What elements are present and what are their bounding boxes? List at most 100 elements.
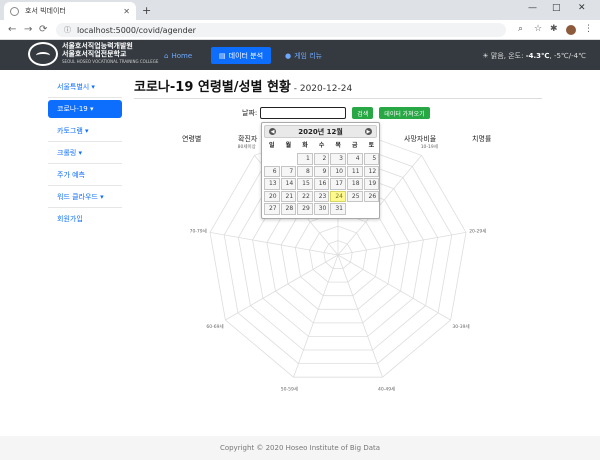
datepicker-day[interactable]: 22 — [297, 190, 313, 202]
datepicker-day[interactable]: 10 — [330, 165, 346, 177]
site-navbar: 서울호서직업능력개발원 서울호서직업전문학교 SEOUL HOSEO VOCAT… — [0, 40, 600, 70]
favicon-icon — [10, 6, 19, 16]
footer: Copyright © 2020 Hoseo Institute of Big … — [0, 436, 600, 460]
weekday-header: 토 — [368, 142, 375, 149]
profile-avatar[interactable] — [566, 25, 576, 35]
datepicker-day[interactable]: 2 — [313, 153, 330, 165]
datepicker-day[interactable]: 21 — [280, 190, 297, 202]
minimize-icon[interactable]: — — [528, 3, 537, 13]
sidebar-item-signup[interactable]: 회원가입 — [48, 208, 122, 230]
menu-icon[interactable]: ⋮ — [584, 24, 593, 34]
sidebar: 서울특별시 ▾ 코로나-19 ▾ 카토그램 ▾ 크롤링 ▾ 주가 예측 워드 클… — [48, 76, 122, 230]
divider — [134, 98, 542, 99]
site-info-icon[interactable]: ⓘ — [64, 25, 71, 35]
sidebar-item-word-cloud[interactable]: 워드 클라우드 ▾ — [48, 186, 122, 208]
datepicker: ◀ 2020년 12월 ▶ 일 월 화 수 목 금 토 1 2 3 4 5 6 7 8 9 10 11 12 13 14… — [261, 122, 380, 219]
datepicker-day[interactable]: 29 — [297, 203, 313, 215]
datepicker-day[interactable]: 28 — [280, 203, 297, 215]
datepicker-day[interactable]: 11 — [346, 165, 363, 177]
weekday-header: 목 — [335, 142, 341, 149]
radar-axis-label: 30-39세 — [452, 323, 469, 330]
datepicker-day[interactable]: 25 — [346, 190, 363, 202]
reload-icon[interactable]: ⟳ — [39, 24, 47, 35]
datepicker-day[interactable]: 16 — [313, 178, 330, 190]
radar-axis-label: 20-29세 — [469, 227, 486, 234]
logo-icon — [28, 42, 58, 66]
weekday-header: 일 — [269, 142, 275, 149]
datepicker-header: ◀ 2020년 12월 ▶ — [264, 125, 377, 138]
date-form: 날짜: 검색 데이터 가져오기 — [242, 107, 430, 119]
weekday-header: 화 — [302, 142, 308, 149]
datepicker-day[interactable]: 20 — [264, 190, 280, 202]
star-icon[interactable]: ☆ — [534, 24, 542, 34]
datepicker-day[interactable]: 5 — [363, 153, 380, 165]
datepicker-day[interactable]: 13 — [264, 178, 280, 190]
nav-home[interactable]: ⌂ Home — [164, 48, 192, 64]
weather-icon: ☀ — [482, 52, 489, 60]
empty-cell — [281, 153, 297, 165]
browser-tab[interactable]: 호서 빅데이터 ✕ — [4, 2, 136, 20]
datepicker-day[interactable]: 17 — [330, 178, 346, 190]
empty-cell — [264, 153, 280, 165]
datepicker-day[interactable]: 23 — [313, 190, 330, 202]
url-field[interactable]: ⓘ localhost:5000/covid/agender — [56, 23, 506, 37]
tab-title: 호서 빅데이터 — [25, 7, 66, 15]
chart-icon: ▤ — [219, 51, 226, 60]
sidebar-item-covid19[interactable]: 코로나-19 ▾ — [48, 100, 122, 118]
logo-line2: 서울호서직업전문학교 — [62, 50, 127, 58]
radar-axis-line — [337, 254, 451, 321]
datepicker-day[interactable]: 1 — [297, 153, 313, 165]
game-icon: ● — [285, 52, 292, 60]
weekday-header: 월 — [285, 142, 292, 149]
sidebar-item-cartogram[interactable]: 카토그램 ▾ — [48, 120, 122, 142]
datepicker-day[interactable]: 8 — [297, 165, 313, 177]
date-input[interactable] — [260, 107, 347, 119]
radar-axis-line — [225, 254, 339, 321]
address-bar: ← → ⟳ ⓘ localhost:5000/covid/agender ⌕ ☆… — [0, 20, 600, 40]
datepicker-day[interactable]: 27 — [264, 203, 280, 215]
datepicker-day[interactable]: 7 — [280, 165, 297, 177]
datepicker-day[interactable]: 3 — [330, 153, 346, 165]
logo-line3: SEOUL HOSEO VOCATIONAL TRAINING COLLEGE — [62, 59, 159, 64]
radar-axis-line — [209, 232, 339, 256]
datepicker-day[interactable]: 18 — [346, 178, 363, 190]
close-tab-icon[interactable]: ✕ — [123, 7, 130, 16]
datepicker-day[interactable]: 4 — [346, 153, 363, 165]
datepicker-day[interactable]: 30 — [313, 203, 330, 215]
page-date: - 2020-12-24 — [290, 84, 353, 94]
sidebar-item-seoul[interactable]: 서울특별시 ▾ — [48, 76, 122, 98]
weather-status: ☀ 맑음, 온도: -4.3℃, -5℃/-4℃ — [482, 52, 586, 60]
new-tab-icon[interactable]: + — [142, 4, 151, 17]
maximize-icon[interactable]: □ — [552, 3, 561, 13]
search-icon[interactable]: ⌕ — [518, 24, 523, 34]
datepicker-day[interactable]: 19 — [363, 178, 380, 190]
radar-axis-line — [337, 232, 467, 256]
datepicker-day[interactable]: 15 — [297, 178, 313, 190]
page-title: 코로나-19 연령별/성별 현황 - 2020-12-24 — [134, 80, 353, 95]
close-window-icon[interactable]: ✕ — [578, 3, 586, 13]
sidebar-item-crawling[interactable]: 크롤링 ▾ — [48, 142, 122, 164]
forward-icon[interactable]: → — [24, 24, 32, 35]
datepicker-day[interactable]: 12 — [363, 165, 380, 177]
datepicker-day[interactable]: 31 — [330, 203, 346, 215]
next-month-icon[interactable]: ▶ — [364, 128, 372, 135]
site-logo[interactable]: 서울호서직업능력개발원 서울호서직업전문학교 SEOUL HOSEO VOCAT… — [28, 42, 158, 66]
nav-game[interactable]: ● 게임 리뉴 — [285, 48, 322, 64]
date-label: 날짜: — [242, 109, 258, 117]
datepicker-day[interactable]: 6 — [264, 165, 280, 177]
datepicker-day[interactable]: 26 — [363, 190, 380, 202]
search-button[interactable]: 검색 — [352, 107, 374, 119]
sidebar-item-stock-prediction[interactable]: 주가 예측 — [48, 164, 122, 186]
datepicker-day[interactable]: 9 — [313, 165, 330, 177]
home-icon: ⌂ — [164, 52, 169, 60]
browser-tab-bar: 호서 빅데이터 ✕ + — □ ✕ — [0, 0, 600, 20]
weekday-header: 수 — [318, 142, 325, 149]
back-icon[interactable]: ← — [8, 24, 16, 35]
datepicker-today[interactable]: 24 — [330, 190, 346, 202]
nav-data-analysis[interactable]: ▤ 데이터 분석 — [211, 47, 272, 64]
prev-month-icon[interactable]: ◀ — [269, 128, 276, 135]
radar-axis-label: 10-19세 — [421, 143, 438, 150]
datepicker-day[interactable]: 14 — [280, 178, 297, 190]
extension-icon[interactable]: ✱ — [550, 24, 558, 34]
fetch-data-button[interactable]: 데이터 가져오기 — [379, 107, 430, 119]
